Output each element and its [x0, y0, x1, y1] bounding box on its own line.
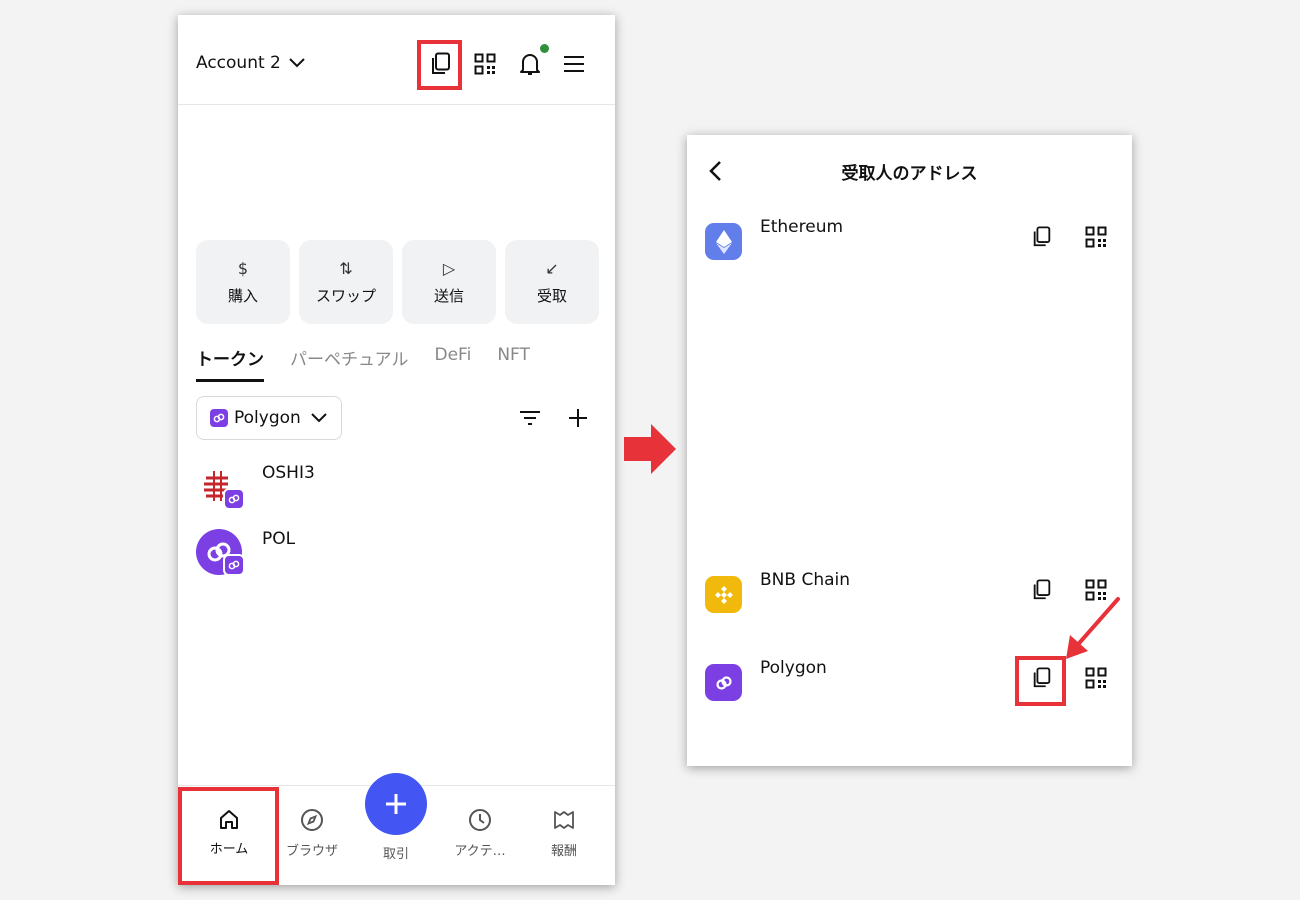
chain-name: BNB Chain — [760, 570, 851, 590]
filter-icon — [520, 411, 540, 425]
asset-tabs: トークン パーペチュアル DeFi NFT — [196, 345, 530, 382]
nav-activity[interactable]: アクテ… — [440, 808, 520, 859]
chain-row: BNB Chain — [705, 570, 1115, 626]
arrow-right-icon — [624, 424, 676, 474]
qr-code-icon[interactable] — [1085, 667, 1107, 689]
bell-icon — [520, 54, 540, 75]
page-title: 受取人のアドレス — [841, 164, 978, 184]
tab-nft[interactable]: NFT — [497, 345, 530, 382]
wallet-home-screen: Account 2 $ 購入 ⇅ スワップ ▷ 送信 ↙ 受取 トークン パーペ… — [178, 15, 615, 885]
tab-tokens[interactable]: トークン — [196, 345, 264, 382]
trade-button[interactable] — [365, 773, 427, 835]
network-label: Polygon — [234, 408, 301, 428]
menu-icon — [564, 56, 584, 72]
nav-browser-label: ブラウザ — [285, 844, 338, 859]
dollar-icon: $ — [237, 258, 249, 278]
send-icon: ▷ — [442, 258, 456, 278]
action-buttons: $ 購入 ⇅ スワップ ▷ 送信 ↙ 受取 — [196, 240, 599, 324]
ethereum-logo-icon — [705, 223, 742, 260]
token-name: OSHI3 — [262, 463, 315, 483]
account-label: Account 2 — [196, 53, 281, 73]
polygon-logo-icon — [705, 664, 742, 701]
menu-button[interactable] — [561, 51, 587, 77]
clock-icon — [469, 809, 491, 831]
swap-label: スワップ — [315, 286, 376, 305]
nav-rewards-label: 報酬 — [550, 844, 577, 859]
plus-icon — [569, 409, 587, 427]
buy-button[interactable]: $ 購入 — [196, 240, 290, 324]
network-selector[interactable]: Polygon — [196, 396, 342, 440]
notification-dot — [540, 44, 549, 53]
receive-button[interactable]: ↙ 受取 — [505, 240, 599, 324]
add-token-button[interactable] — [567, 407, 589, 429]
compass-icon — [301, 809, 323, 831]
buy-label: 購入 — [227, 286, 258, 305]
qr-code-icon — [474, 53, 496, 75]
nav-browser[interactable]: ブラウザ — [272, 808, 352, 859]
plus-icon — [386, 794, 406, 814]
send-button[interactable]: ▷ 送信 — [402, 240, 496, 324]
chevron-down-icon — [289, 58, 305, 68]
tab-defi[interactable]: DeFi — [435, 345, 472, 382]
nav-activity-label: アクテ… — [454, 844, 506, 859]
tab-perpetual[interactable]: パーペチュアル — [290, 345, 409, 382]
chain-row: Ethereum — [705, 217, 1115, 273]
account-switcher[interactable]: Account 2 — [196, 53, 305, 73]
rewards-icon — [554, 811, 574, 829]
copy-icon[interactable] — [1031, 579, 1053, 601]
notifications-button[interactable] — [517, 51, 543, 77]
filter-button[interactable] — [519, 407, 541, 429]
highlight-polygon-copy — [1015, 656, 1066, 706]
trade-label: 取引 — [382, 847, 409, 862]
polygon-icon — [210, 409, 228, 427]
pointer-arrow-icon — [1066, 597, 1120, 659]
receive-icon: ↙ — [545, 258, 559, 278]
nav-rewards[interactable]: 報酬 — [524, 808, 604, 859]
token-name: POL — [262, 529, 296, 549]
token-row[interactable]: POL — [196, 529, 596, 579]
highlight-copy-button — [417, 40, 462, 90]
send-label: 送信 — [433, 286, 464, 305]
header: Account 2 — [178, 15, 615, 105]
polygon-badge-icon — [223, 554, 245, 576]
chevron-down-icon — [311, 413, 327, 423]
polygon-badge-icon — [223, 488, 245, 510]
chain-name: Polygon — [760, 658, 827, 678]
swap-icon: ⇅ — [339, 258, 353, 278]
bnb-logo-icon — [705, 576, 742, 613]
copy-icon[interactable] — [1031, 226, 1053, 248]
highlight-home-tab — [178, 787, 279, 885]
qr-code-icon[interactable] — [1085, 226, 1107, 248]
qr-button[interactable] — [472, 51, 498, 77]
receive-address-screen: 受取人のアドレス Ethereum BNB Chain Polygon — [687, 135, 1132, 766]
token-row[interactable]: OSHI3 — [196, 463, 596, 513]
chain-name: Ethereum — [760, 217, 844, 237]
swap-button[interactable]: ⇅ スワップ — [299, 240, 393, 324]
receive-label: 受取 — [536, 286, 567, 305]
